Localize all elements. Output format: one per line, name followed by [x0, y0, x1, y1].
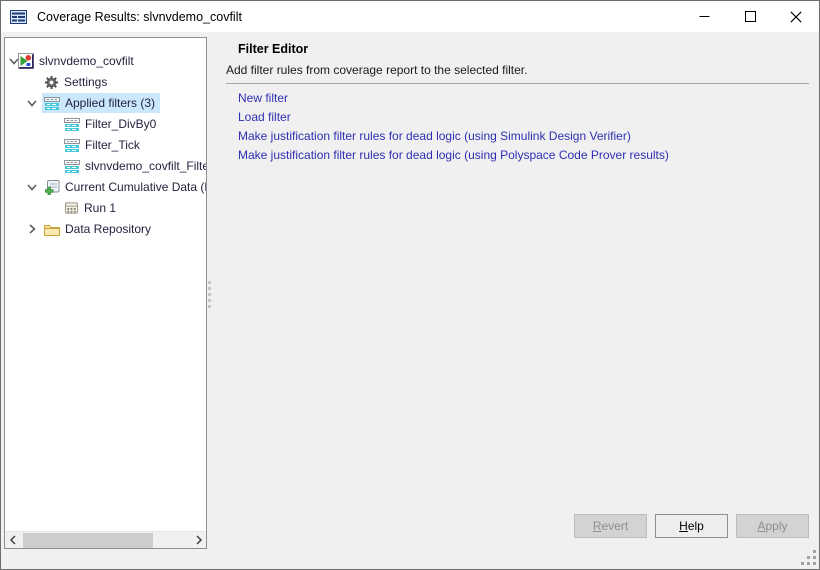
- tree-item-filter-divby0[interactable]: Filter_DivBy0: [5, 114, 206, 135]
- minimize-icon: [699, 11, 710, 22]
- tree-item-applied-filters[interactable]: Applied filters (3): [5, 93, 206, 114]
- heading-separator: [226, 83, 809, 84]
- new-filter-link[interactable]: New filter: [238, 91, 669, 110]
- tree-item-label: slvnvdemo_covfilt: [39, 54, 134, 68]
- help-button-label: Help: [679, 519, 704, 533]
- tree-item-label: Run 1: [84, 201, 116, 215]
- panel-splitter-handle[interactable]: [208, 281, 211, 284]
- run-icon: [64, 201, 79, 215]
- filter-editor-description: Add filter rules from coverage report to…: [226, 63, 527, 77]
- help-button[interactable]: Help: [655, 514, 728, 538]
- filter-table-icon: [44, 97, 60, 110]
- tree-item-label: Data Repository: [65, 222, 151, 236]
- cumulative-data-icon: [44, 179, 60, 195]
- tree-item-label: Applied filters (3): [65, 96, 155, 110]
- chevron-down-icon[interactable]: [25, 180, 39, 194]
- filter-editor-heading: Filter Editor: [238, 42, 308, 56]
- filter-table-icon: [64, 160, 80, 173]
- tree-item-label: Filter_Tick: [85, 138, 140, 152]
- tree-item-label: Filter_DivBy0: [85, 117, 156, 131]
- justify-dead-logic-sldv-link[interactable]: Make justification filter rules for dead…: [238, 129, 669, 148]
- filter-table-icon: [64, 139, 80, 152]
- filter-table-icon: [64, 118, 80, 131]
- tree-item-run-1[interactable]: Run 1: [5, 198, 206, 219]
- tree-item-label: slvnvdemo_covfilt_Filter: [85, 159, 207, 173]
- selected-row-highlight: Applied filters (3): [42, 93, 160, 113]
- window-controls: [681, 1, 819, 32]
- apply-button[interactable]: Apply: [736, 514, 809, 538]
- scrollbar-track[interactable]: [20, 532, 191, 549]
- coverage-results-window: Coverage Results: slvnvdemo_covfilt: [0, 0, 820, 570]
- tree-item-filter-tick[interactable]: Filter_Tick: [5, 135, 206, 156]
- tree-item-slvnvdemo-covfilt-filter[interactable]: slvnvdemo_covfilt_Filter: [5, 156, 206, 177]
- tree-item-slvnvdemo-covfilt[interactable]: slvnvdemo_covfilt: [5, 51, 206, 72]
- tree-horizontal-scrollbar[interactable]: [5, 531, 206, 548]
- close-button[interactable]: [773, 1, 819, 32]
- minimize-button[interactable]: [681, 1, 727, 32]
- scroll-left-arrow-icon[interactable]: [5, 532, 20, 549]
- scrollbar-thumb[interactable]: [23, 533, 153, 548]
- tree-item-label: Settings: [64, 75, 107, 89]
- load-filter-link[interactable]: Load filter: [238, 110, 669, 129]
- apply-button-label: Apply: [757, 519, 787, 533]
- filter-action-links: New filter Load filter Make justificatio…: [238, 91, 669, 167]
- scroll-right-arrow-icon[interactable]: [191, 532, 206, 549]
- maximize-icon: [745, 11, 756, 22]
- close-icon: [790, 11, 802, 23]
- folder-icon: [44, 223, 60, 236]
- gear-icon: [44, 75, 59, 90]
- window-resize-grip[interactable]: [801, 550, 804, 553]
- revert-button-label: Revert: [593, 519, 628, 533]
- results-tree: slvnvdemo_covfilt: [5, 51, 206, 240]
- tree-item-data-repository[interactable]: Data Repository: [5, 219, 206, 240]
- results-tree-panel: slvnvdemo_covfilt: [4, 37, 207, 549]
- revert-button[interactable]: Revert: [574, 514, 647, 538]
- tree-item-current-cumulative-data[interactable]: Current Cumulative Data (H): [5, 177, 206, 198]
- coverage-table-app-icon: [10, 10, 27, 24]
- window-title: Coverage Results: slvnvdemo_covfilt: [37, 10, 242, 24]
- simulink-model-icon: [18, 53, 34, 69]
- tree-item-settings[interactable]: Settings: [5, 72, 206, 93]
- chevron-right-icon[interactable]: [25, 222, 39, 236]
- maximize-button[interactable]: [727, 1, 773, 32]
- title-bar: Coverage Results: slvnvdemo_covfilt: [1, 1, 819, 32]
- chevron-down-icon[interactable]: [25, 96, 39, 110]
- tree-item-label: Current Cumulative Data (H): [65, 180, 207, 194]
- justify-dead-logic-polyspace-link[interactable]: Make justification filter rules for dead…: [238, 148, 669, 167]
